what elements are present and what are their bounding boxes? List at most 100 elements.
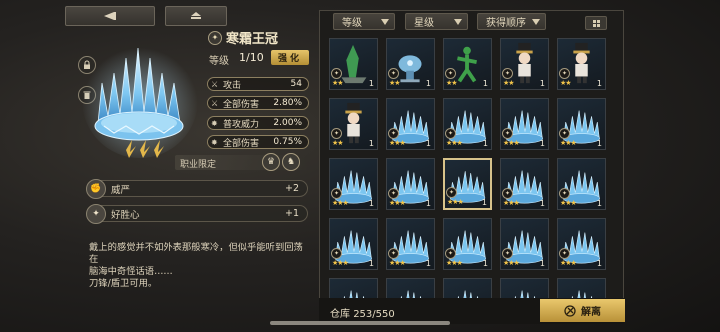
star-rating: ★★ — [389, 79, 401, 87]
filter-level-dropdown[interactable]: 等级 — [333, 13, 395, 30]
menu-button[interactable] — [165, 6, 227, 26]
inventory-slot[interactable]: ✦ ★★★ 1 — [557, 98, 606, 150]
inventory-slot[interactable]: ✦ ★★★ 1 — [443, 158, 492, 210]
shield-class-icon[interactable]: ♞ — [282, 153, 300, 171]
inventory-grid: ✦ ★★ 1 ✦ ★★ 1 ✦ ★★ 1 ✦ ★★ 1 ✦ ★★ 1 ✦ ★★ 1 ✦ ★★★ 1 ✦ ★★★ 1 ✦ ★★★ 1 ✦… — [329, 38, 614, 300]
class-badge-icon: ✦ — [559, 188, 570, 199]
star-rating: ★★★ — [446, 139, 463, 147]
star-rating: ★★ — [332, 139, 344, 147]
class-badge-icon: ✦ — [559, 248, 570, 259]
item-count: 1 — [368, 199, 374, 208]
class-badge-icon: ✦ — [445, 128, 456, 139]
stat-name: 全部伤害 — [223, 138, 260, 149]
stat-value: 2.00% — [273, 118, 302, 128]
inventory-grid-viewport[interactable]: ✦ ★★ 1 ✦ ★★ 1 ✦ ★★ 1 ✦ ★★ 1 ✦ ★★ 1 ✦ ★★ 1 ✦ ★★★ 1 ✦ ★★★ 1 ✦ ★★★ 1 ✦… — [329, 38, 614, 300]
stat-all-damage: ⚔ 全部伤害 2.80% — [207, 96, 309, 110]
item-count: 1 — [539, 259, 545, 268]
trait-value: +1 — [284, 208, 299, 219]
item-count: 1 — [596, 79, 602, 88]
class-badge-icon: ✦ — [445, 248, 456, 259]
fist-icon: ✊ — [86, 178, 106, 199]
class-badge-icon: ✦ — [502, 248, 513, 259]
star-rating: ★★★ — [447, 198, 464, 206]
class-badge-icon: ✦ — [559, 68, 570, 79]
inventory-slot[interactable]: ✦ ★★ 1 — [557, 38, 606, 90]
class-badge-icon: ✦ — [502, 188, 513, 199]
description-line: 刀锋/盾卫可用。 — [89, 278, 158, 289]
eject-menu-icon — [191, 12, 201, 19]
inventory-slot[interactable] — [500, 278, 549, 300]
grid-view-button[interactable] — [585, 16, 607, 30]
inventory-slot[interactable]: ✦ ★★★ 1 — [386, 158, 435, 210]
inventory-slot[interactable]: ✦ ★★★ 1 — [443, 218, 492, 270]
item-description: 戴上的感觉并不如外表那般寒冷，但似乎能听到回荡在 脑海中奇怪话语…… 刀锋/盾卫… — [89, 242, 311, 290]
dismantle-button[interactable]: 解离 — [540, 299, 625, 322]
sparkle-icon: ✸ — [211, 118, 218, 128]
class-badge-icon: ✦ — [388, 68, 399, 79]
trait-name: 好胜心 — [111, 209, 140, 221]
filter-order-dropdown[interactable]: 获得顺序 — [477, 13, 546, 30]
inventory-slot[interactable] — [443, 278, 492, 300]
class-badge-icon: ✦ — [388, 248, 399, 259]
inventory-slot[interactable]: ✦ ★★ 1 — [500, 38, 549, 90]
item-count: 1 — [596, 199, 602, 208]
star-rating: ★★★ — [332, 199, 349, 207]
item-count: 1 — [539, 79, 545, 88]
class-badge-icon: ✦ — [331, 68, 342, 79]
class-badge-icon: ✦ — [331, 188, 342, 199]
stat-value: 54 — [290, 79, 302, 89]
item-count: 1 — [482, 139, 488, 148]
star-rating: ★★ — [446, 79, 458, 87]
item-count: 1 — [425, 259, 431, 268]
class-badge-icon: ✦ — [502, 128, 513, 139]
star-rating: ★★★ — [560, 199, 577, 207]
inventory-slot[interactable]: ✦ ★★★ 1 — [443, 98, 492, 150]
inventory-slot[interactable]: ✦ ★★★ 1 — [500, 98, 549, 150]
item-count: 1 — [481, 198, 487, 207]
enhance-button[interactable]: 强化 — [271, 50, 309, 65]
inventory-slot[interactable]: ✦ ★★★ 1 — [557, 218, 606, 270]
inventory-slot[interactable]: ✦ ★★ 1 — [329, 98, 378, 150]
class-emblem-icon: ✦ — [208, 30, 222, 45]
star-rating: ★★★ — [503, 259, 520, 267]
inventory-slot[interactable]: ✦ ★★★ 1 — [386, 98, 435, 150]
inventory-slot[interactable]: ✦ ★★ 1 — [443, 38, 492, 90]
storage-count: 253/550 — [353, 309, 395, 320]
star-rating: ★★★ — [389, 139, 406, 147]
item-count: 1 — [425, 139, 431, 148]
filter-label: 星级 — [414, 18, 434, 29]
item-count: 1 — [539, 139, 545, 148]
sword-icon: ⚔ — [211, 79, 219, 89]
trait-name: 威严 — [111, 184, 131, 196]
item-count: 1 — [596, 139, 602, 148]
inventory-slot[interactable] — [329, 278, 378, 300]
star-rating: ★★★ — [446, 259, 463, 267]
trait-row-majesty[interactable]: ✊ 威严 +2 — [86, 178, 308, 199]
item-count: 1 — [425, 199, 431, 208]
home-indicator — [270, 321, 450, 325]
inventory-slot[interactable]: ✦ ★★★ 1 — [329, 158, 378, 210]
stat-value: 2.80% — [273, 98, 302, 108]
inventory-slot[interactable]: ✦ ★★ 1 — [329, 38, 378, 90]
inventory-slot[interactable]: ✦ ★★★ 1 — [500, 158, 549, 210]
star-rating: ★★ — [503, 79, 515, 87]
inventory-slot[interactable]: ✦ ★★★ 1 — [386, 218, 435, 270]
chevron-down-icon — [454, 18, 462, 25]
inventory-slot[interactable] — [386, 278, 435, 300]
dismantle-icon — [564, 304, 576, 317]
level-label: 等级 — [209, 56, 229, 67]
trait-row-competitiveness[interactable]: ✦ 好胜心 +1 — [86, 203, 308, 224]
description-line: 戴上的感觉并不如外表那般寒冷，但似乎能听到回荡在 — [89, 242, 303, 265]
inventory-slot[interactable]: ✦ ★★★ 1 — [500, 218, 549, 270]
item-count: 1 — [482, 79, 488, 88]
inventory-slot[interactable]: ✦ ★★ 1 — [386, 38, 435, 90]
inventory-slot[interactable]: ✦ ★★★ 1 — [329, 218, 378, 270]
filter-star-dropdown[interactable]: 星级 — [405, 13, 468, 30]
blade-class-icon[interactable]: ♛ — [262, 153, 280, 171]
star-rating: ★★★ — [389, 259, 406, 267]
inventory-slot[interactable]: ✦ ★★★ 1 — [557, 158, 606, 210]
back-button[interactable] — [65, 6, 155, 26]
sparkle-icon: ✸ — [211, 137, 218, 147]
storage-label: 仓库 — [330, 309, 350, 320]
inventory-slot[interactable] — [557, 278, 606, 300]
